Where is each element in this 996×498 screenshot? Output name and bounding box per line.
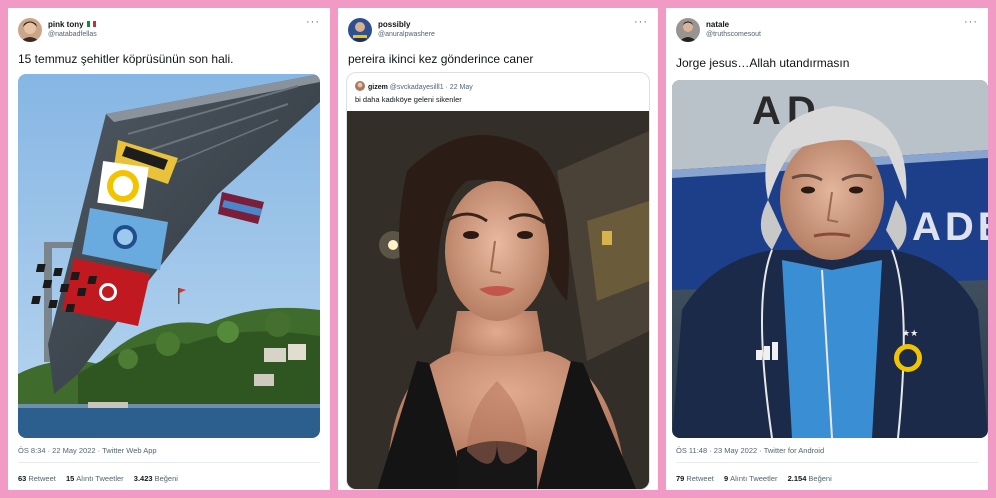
flag-yellow-badge <box>97 161 149 209</box>
divider <box>676 462 978 463</box>
bridge-photo <box>18 74 320 438</box>
avatar <box>355 81 365 91</box>
more-horizontal-icon[interactable]: ··· <box>306 16 320 28</box>
tweet-card[interactable]: natale @truthscomesout ··· Jorge jesus…A… <box>666 8 988 490</box>
tweet-card[interactable]: pink tony @natabadfellas ··· 15 temmuz ş… <box>8 8 330 490</box>
retweet-count[interactable]: 79 Retweet <box>676 474 714 483</box>
quoted-display-name: gizem <box>368 84 388 91</box>
tweet-media[interactable]: AD ADE ★★ <box>672 80 988 438</box>
tweet-text: 15 temmuz şehitler köprüsünün son hali. <box>18 52 234 66</box>
quoted-tweet[interactable]: gizem @svckadayesilll1 · 22 May bi daha … <box>346 72 650 490</box>
tweet-header: possibly @anuralpwashere ··· <box>348 16 648 46</box>
display-name[interactable]: possibly <box>378 20 410 29</box>
quoted-tweet-media[interactable] <box>347 111 649 489</box>
tweet-card[interactable]: possibly @anuralpwashere ··· pereira iki… <box>338 8 658 490</box>
avatar[interactable] <box>18 18 42 42</box>
tweet-timestamp[interactable]: ÖS 11:48 · 23 May 2022 · Twitter for And… <box>676 446 824 455</box>
avatar[interactable] <box>676 18 700 42</box>
quoted-handle: @svckadayesilll1 · 22 May <box>389 84 473 91</box>
tweet-stats: 79 Retweet 9 Alıntı Tweetler 2.154 Beğeni <box>676 474 840 483</box>
avatar[interactable] <box>348 18 372 42</box>
tweet-text: Jorge jesus…Allah utandırmasın <box>676 56 850 70</box>
like-count[interactable]: 2.154 Beğeni <box>788 474 832 483</box>
divider <box>18 462 320 463</box>
tweet-timestamp[interactable]: ÖS 8:34 · 22 May 2022 · Twitter Web App <box>18 446 157 455</box>
like-count[interactable]: 3.423 Beğeni <box>134 474 178 483</box>
display-name-text: pink tony <box>48 20 84 29</box>
retweet-count[interactable]: 63 Retweet <box>18 474 56 483</box>
user-handle[interactable]: @anuralpwashere <box>378 31 435 38</box>
more-horizontal-icon[interactable]: ··· <box>634 16 648 28</box>
quote-count[interactable]: 9 Alıntı Tweetler <box>724 474 778 483</box>
quote-count[interactable]: 15 Alıntı Tweetler <box>66 474 124 483</box>
tweet-header: pink tony @natabadfellas ··· <box>18 16 320 46</box>
display-name[interactable]: natale <box>706 20 729 29</box>
quoted-tweet-header: gizem @svckadayesilll1 · 22 May <box>355 81 473 91</box>
coach-photo: AD ADE ★★ <box>672 80 988 438</box>
quoted-tweet-text: bi daha kadıköye geleni sikenler <box>355 95 462 104</box>
tweet-text: pereira ikinci kez gönderince caner <box>348 52 534 66</box>
selfie-photo <box>347 111 649 489</box>
user-handle[interactable]: @truthscomesout <box>706 31 761 38</box>
more-horizontal-icon[interactable]: ··· <box>964 16 978 28</box>
display-name[interactable]: pink tony <box>48 20 96 29</box>
tweet-stats: 63 Retweet 15 Alıntı Tweetler 3.423 Beğeni <box>18 474 186 483</box>
user-handle[interactable]: @natabadfellas <box>48 31 97 38</box>
tweet-header: natale @truthscomesout ··· <box>676 16 978 46</box>
svg-text:★★: ★★ <box>902 328 918 338</box>
tweet-media[interactable] <box>18 74 320 438</box>
stadium-sign-text: ADE <box>912 205 988 249</box>
italy-flag-icon <box>86 21 96 27</box>
